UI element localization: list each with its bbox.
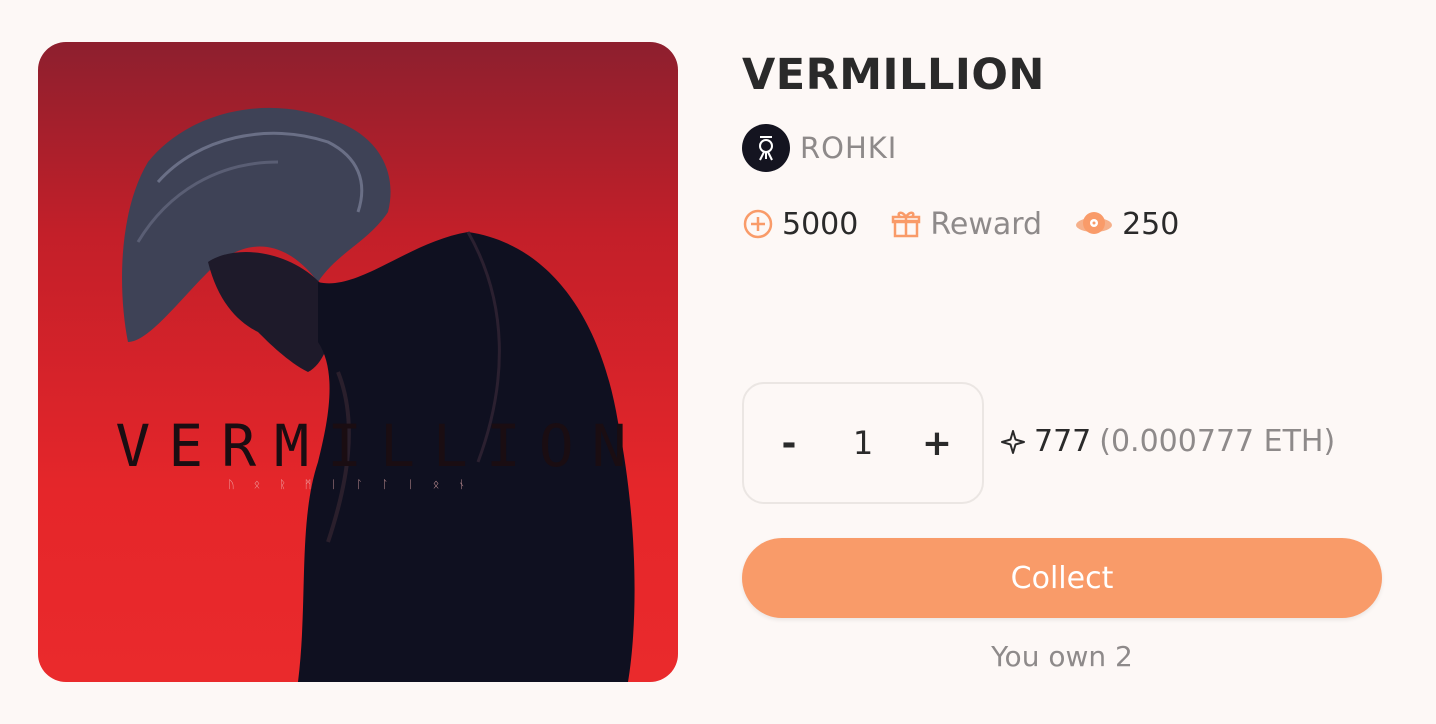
artist-name: ROHKI: [800, 131, 898, 165]
plays-stat: 250: [1074, 206, 1179, 242]
cover-title-text: VERMILLION: [115, 412, 645, 480]
plus-circle-icon: [743, 209, 773, 239]
plays-value: 250: [1122, 206, 1180, 242]
reward-label: Reward: [930, 206, 1043, 242]
increment-button[interactable]: +: [912, 413, 962, 473]
owned-count: You own 2: [991, 640, 1133, 673]
planet-disc-icon: [1076, 212, 1113, 234]
price-display: 777 (0.000777 ETH): [1000, 424, 1335, 459]
points-value: 5000: [782, 206, 859, 242]
artist-link[interactable]: ROHKI: [742, 124, 897, 172]
cover-glyph-row: ᚢᛟᚱᛗᛁᛚᛚᛁᛟᚾ: [228, 478, 484, 491]
price-eth: (0.000777 ETH): [1099, 424, 1336, 459]
artist-logo-icon: [759, 136, 773, 161]
cover-illustration: [122, 107, 635, 682]
price-value: 777: [1034, 424, 1092, 459]
item-title: VERMILLION: [742, 50, 1045, 100]
gift-icon: [892, 211, 921, 238]
quantity-value: 1: [852, 424, 874, 462]
collect-button[interactable]: Collect: [742, 538, 1382, 618]
stats-row: 5000 Reward 250: [742, 206, 1211, 242]
decrement-button[interactable]: -: [764, 413, 814, 473]
points-stat: 5000: [742, 207, 858, 242]
artist-avatar: [742, 124, 790, 172]
cover-artwork: VERMILLION ᚢᛟᚱᛗᛁᛚᛚᛁᛟᚾ: [38, 42, 678, 682]
quantity-stepper: - 1 +: [742, 382, 984, 504]
sparkle-icon: [1001, 429, 1025, 454]
reward-stat[interactable]: Reward: [890, 207, 1042, 242]
